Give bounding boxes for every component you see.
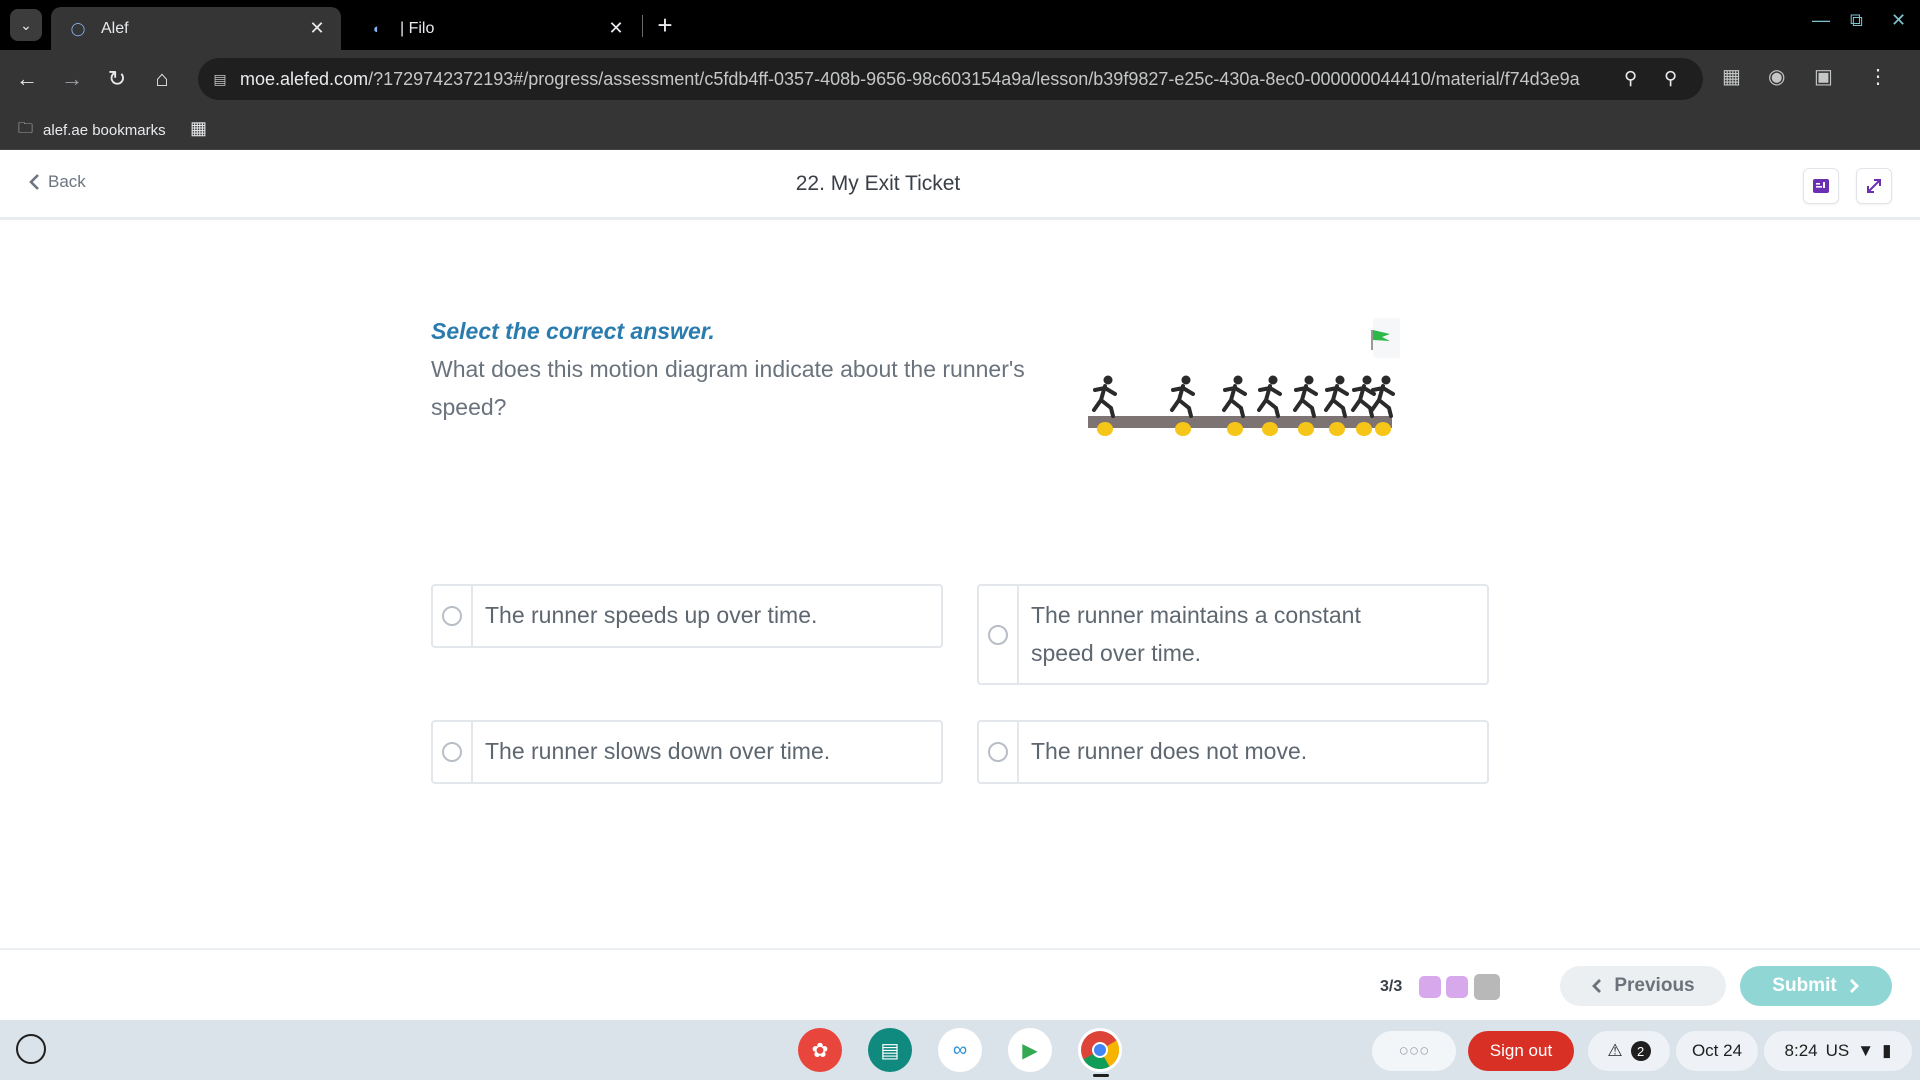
reload-icon[interactable]: ↻ [102,64,132,94]
puzzle-icon[interactable]: ▣ [1814,64,1833,89]
sync-app-icon[interactable]: ∞ [938,1028,982,1072]
sign-out-button[interactable]: Sign out [1468,1031,1574,1071]
expand-icon [1867,179,1881,193]
zoom-icon[interactable]: ⚲ [1664,68,1677,89]
notification-tray[interactable]: ⚠ 2 [1588,1031,1670,1071]
answer-label[interactable]: The runner slows down over time. [473,722,842,782]
page-title: 22. My Exit Ticket [795,172,961,195]
active-app-indicator [1093,1074,1109,1077]
radio-button[interactable] [442,742,462,762]
radio-cell[interactable] [979,586,1019,683]
question-footer: 3/3 Previous Submit [0,948,1920,1020]
reader-icon [1813,179,1829,193]
answer-option[interactable]: The runner slows down over time. [431,720,943,784]
chevron-right-icon [1849,979,1859,993]
date-display[interactable]: Oct 24 [1676,1031,1758,1071]
radio-button[interactable] [988,624,1008,645]
radio-button[interactable] [988,742,1008,762]
browser-tab-bar: ⌄ ◯ Alef ✕ ◐ | Filo ✕ + — ⧉ ✕ [0,0,1920,50]
close-icon[interactable]: ✕ [604,18,628,39]
fullscreen-button[interactable] [1856,168,1892,204]
clock: 8:24 [1784,1041,1818,1060]
url-path: /?1729742372193#/progress/assessment/c5f… [368,69,1580,89]
home-icon[interactable]: ⌂ [147,64,177,94]
play-store-icon[interactable]: ▶ [1008,1028,1052,1072]
folder-icon: 🗀 [18,120,34,137]
answer-option[interactable]: The runner speeds up over time. [431,584,943,648]
previous-label: Previous [1614,975,1695,996]
restore-icon[interactable]: ⧉ [1850,10,1863,31]
chrome-logo [1081,1031,1120,1070]
site-info-icon[interactable]: ▤ [210,69,230,89]
extension-icon[interactable]: ◉ [1768,64,1785,89]
progress-counter: 3/3 [1380,978,1403,995]
radio-cell[interactable] [979,722,1019,782]
alef-favicon-icon: ◯ [70,20,86,36]
notification-count: 2 [1630,1041,1651,1061]
filo-favicon-icon: ◐ [373,21,381,36]
answer-option[interactable]: The runner maintains a constant speed ov… [977,584,1489,685]
lesson-header: Back 22. My Exit Ticket [0,150,1920,220]
previous-button[interactable]: Previous [1560,966,1726,1006]
tab-search-button[interactable]: ⌄ [10,9,42,41]
answer-option[interactable]: The runner does not move. [977,720,1489,784]
minimize-icon[interactable]: — [1812,10,1830,31]
chrome-icon[interactable] [1078,1028,1122,1072]
question-panel: Select the correct answer. What does thi… [0,223,1920,950]
chevron-down-icon: ⌄ [20,16,32,33]
motion-diagram [1088,318,1400,436]
os-shelf: ✿ ▤ ∞ ▶ ○○○ Sign out ⚠ 2 Oct 24 8:24 US … [0,1020,1920,1080]
phone-hub-icon[interactable]: ○○○ [1372,1031,1456,1071]
extension-icon[interactable]: ▦ [1722,64,1741,89]
progress-dot[interactable] [1446,976,1468,998]
question-prompt: What does this motion diagram indicate a… [431,356,1025,420]
tab-title: | Filo [400,19,435,37]
answer-label[interactable]: The runner speeds up over time. [473,586,829,646]
radio-cell[interactable] [433,722,473,782]
browser-toolbar: ← → ↻ ⌂ ▤ moe.alefed.com/?1729742372193#… [0,50,1920,108]
url-text[interactable]: moe.alefed.com/?1729742372193#/progress/… [240,69,1580,90]
immersive-reader-button[interactable] [1803,168,1839,204]
warning-icon: ⚠ [1607,1041,1623,1060]
tab-title: Alef [101,19,129,37]
progress-dot-current[interactable] [1474,974,1500,1000]
status-area[interactable]: 8:24 US ▼ ▮ [1764,1031,1912,1071]
radio-cell[interactable] [433,586,473,646]
wifi-icon: ▼ [1857,1041,1875,1060]
bookmark-folder-label: alef.ae bookmarks [43,122,166,139]
apps-grid-icon[interactable]: ▦ [190,118,207,139]
forward-arrow-icon[interactable]: → [57,64,87,94]
location-icon[interactable]: ⚲ [1624,68,1637,89]
answer-label[interactable]: The runner does not move. [1019,722,1319,782]
close-icon[interactable]: ✕ [305,18,329,39]
close-window-icon[interactable]: ✕ [1891,10,1906,31]
new-tab-button[interactable]: + [650,9,680,41]
address-bar[interactable]: ▤ moe.alefed.com/?1729742372193#/progres… [198,58,1703,100]
progress-dot[interactable] [1419,976,1441,998]
tab-alef[interactable]: ◯ Alef ✕ [51,7,341,50]
back-arrow-icon[interactable]: ← [12,64,42,94]
launcher-button[interactable] [16,1034,46,1064]
radio-button[interactable] [442,606,462,626]
submit-button[interactable]: Submit [1740,966,1892,1006]
bookmarks-bar: 🗀 alef.ae bookmarks ▦ [0,108,1920,150]
question-instruction: Select the correct answer. [431,318,715,344]
submit-label: Submit [1772,975,1837,996]
kebab-menu-icon[interactable]: ⋮ [1868,64,1888,89]
tab-filo[interactable]: ◐ | Filo ✕ [350,7,640,50]
battery-icon: ▮ [1882,1041,1892,1060]
url-host: moe.alefed.com [240,69,369,89]
plus-icon: + [657,9,673,40]
tab-divider [642,15,643,37]
classroom-app-icon[interactable]: ▤ [868,1028,912,1072]
answer-label[interactable]: The runner maintains a constant speed ov… [1019,586,1379,683]
chevron-left-icon [1592,979,1602,993]
canvas-app-icon[interactable]: ✿ [798,1028,842,1072]
input-locale: US [1825,1041,1850,1060]
bookmark-folder[interactable]: 🗀 alef.ae bookmarks [18,118,166,143]
